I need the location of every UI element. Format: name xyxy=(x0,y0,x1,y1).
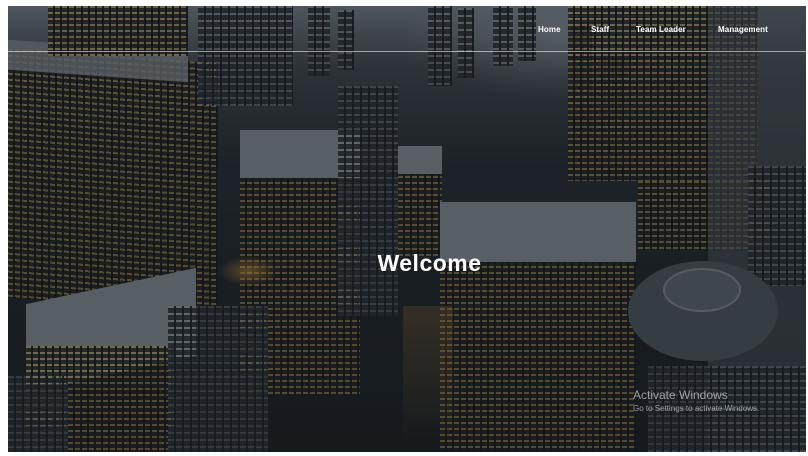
nav-link-management[interactable]: Management xyxy=(718,25,768,34)
page-frame: Home Staff Team Leader Management Welcom… xyxy=(0,0,808,456)
nav-link-staff[interactable]: Staff xyxy=(591,25,609,34)
activate-windows-watermark: Activate Windows Go to Settings to activ… xyxy=(633,388,759,413)
nav-link-team-leader[interactable]: Team Leader xyxy=(636,25,686,34)
watermark-subtitle: Go to Settings to activate Windows. xyxy=(633,404,760,413)
nav-link-home[interactable]: Home xyxy=(538,25,561,34)
top-navigation: Home Staff Team Leader Management xyxy=(8,6,806,52)
dark-overlay xyxy=(8,6,806,452)
welcome-heading: Welcome xyxy=(377,250,482,276)
hero-section: Home Staff Team Leader Management Welcom… xyxy=(8,6,806,452)
watermark-title: Activate Windows xyxy=(633,388,728,402)
